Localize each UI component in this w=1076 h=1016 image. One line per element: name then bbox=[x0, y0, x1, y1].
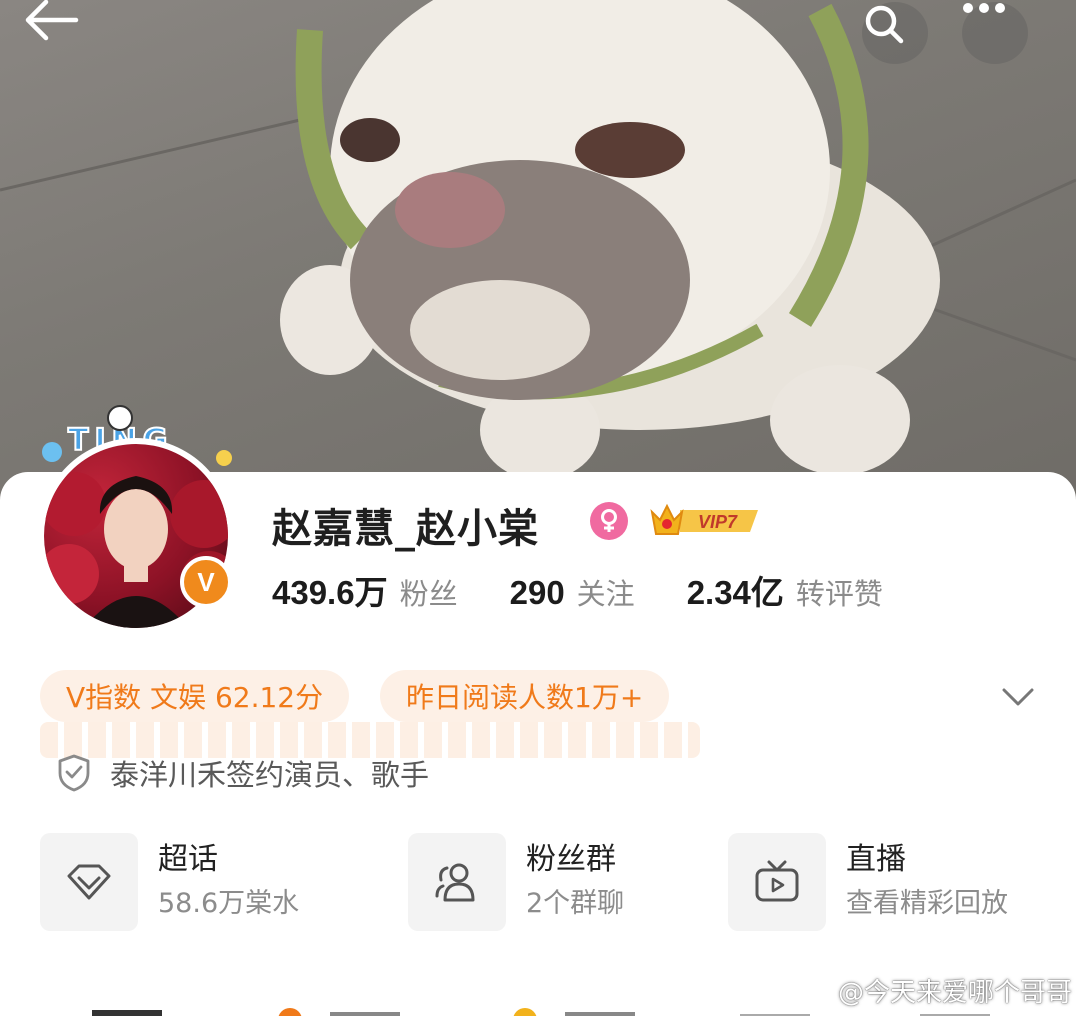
stat-interactions[interactable]: 2.34亿 转评赞 bbox=[687, 566, 883, 614]
feature-title: 粉丝群 bbox=[526, 842, 616, 877]
certification-row: 泰洋川禾签约演员、歌手 bbox=[56, 752, 429, 794]
more-button[interactable] bbox=[962, 2, 1028, 64]
feature-title: 超话 bbox=[158, 842, 218, 877]
chevron-down-icon bbox=[1002, 688, 1034, 706]
certification-text: 泰洋川禾签约演员、歌手 bbox=[110, 758, 430, 792]
stats-row: 439.6万 粉丝 290 关注 2.34亿 转评赞 bbox=[272, 566, 883, 616]
interactions-label: 转评赞 bbox=[795, 577, 883, 611]
female-icon bbox=[590, 502, 628, 540]
feature-icon-box bbox=[40, 833, 138, 931]
weibo-logo-icon bbox=[800, 979, 830, 1003]
following-count: 290 bbox=[509, 574, 565, 611]
feature-title: 直播 bbox=[846, 842, 906, 877]
following-label: 关注 bbox=[576, 577, 635, 611]
reader-count-chip[interactable]: 昨日阅读人数1万+ bbox=[380, 670, 670, 722]
followers-label: 粉丝 bbox=[399, 577, 458, 611]
followers-count: 439.6万 bbox=[272, 574, 388, 611]
shield-check-icon bbox=[58, 754, 90, 792]
stat-followers[interactable]: 439.6万 粉丝 bbox=[272, 566, 458, 614]
feature-fan-group[interactable]: 粉丝群 2个群聊 bbox=[408, 832, 624, 932]
avatar-container[interactable]: TING V bbox=[28, 400, 248, 634]
watermark-text: @今天来爱哪个哥哥 bbox=[838, 978, 1073, 1008]
stat-following[interactable]: 290 关注 bbox=[510, 571, 635, 613]
feature-icon-box bbox=[728, 833, 826, 931]
back-button[interactable] bbox=[20, 0, 86, 60]
feature-subtitle: 2个群聊 bbox=[526, 888, 625, 919]
feature-icon-box bbox=[408, 833, 506, 931]
vip-label: VIP7 bbox=[698, 512, 738, 532]
profile-name: 赵嘉慧_赵小棠 bbox=[272, 506, 539, 552]
verified-badge: V bbox=[180, 556, 232, 608]
back-arrow-icon bbox=[25, 0, 79, 41]
tv-icon bbox=[755, 860, 799, 902]
group-icon bbox=[435, 863, 475, 902]
expand-button[interactable] bbox=[998, 682, 1038, 712]
search-icon bbox=[865, 5, 904, 44]
search-button[interactable] bbox=[862, 2, 928, 64]
diamond-icon bbox=[67, 864, 111, 900]
interactions-count: 2.34亿 bbox=[686, 574, 784, 611]
watermark: @今天来爱哪个哥哥 bbox=[800, 972, 1072, 1009]
feature-subtitle: 58.6万棠水 bbox=[158, 888, 300, 919]
feature-supertopic[interactable]: 超话 58.6万棠水 bbox=[40, 832, 299, 932]
vip-badge[interactable]: VIP7 bbox=[650, 500, 762, 540]
vip-crown-icon: VIP7 bbox=[650, 503, 758, 535]
more-dots-icon bbox=[963, 3, 1005, 13]
feature-subtitle: 查看精彩回放 bbox=[846, 888, 1008, 919]
v-index-chip[interactable]: V指数 文娱 62.12分 bbox=[40, 670, 350, 722]
feature-live[interactable]: 直播 查看精彩回放 bbox=[728, 832, 1008, 932]
